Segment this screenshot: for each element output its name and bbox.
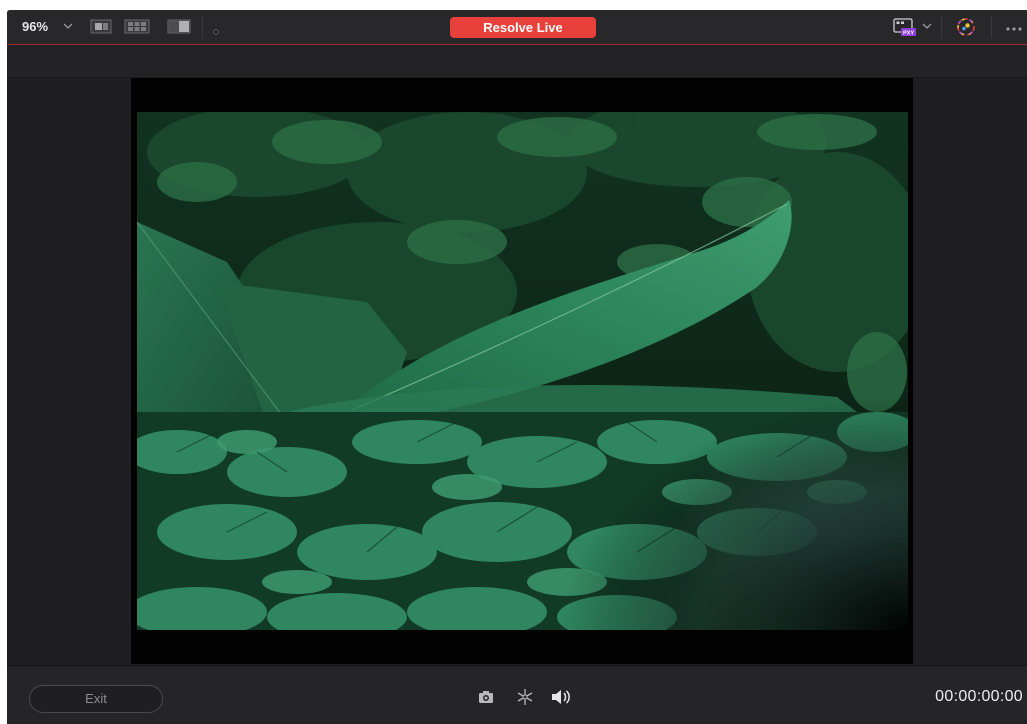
timecode-display: 00:00:00:00 xyxy=(935,688,1023,705)
chevron-down-icon[interactable] xyxy=(921,19,933,38)
single-viewer-icon[interactable] xyxy=(90,19,112,39)
viewer-toolbar: 96% Resolve Live PXY xyxy=(7,10,1027,45)
speaker-icon[interactable] xyxy=(551,688,571,711)
proxy-icon[interactable]: PXY xyxy=(893,17,917,42)
video-frame-jungle-foliage xyxy=(137,112,908,630)
split-wipe-icon[interactable] xyxy=(167,19,191,39)
resolve-live-button[interactable]: Resolve Live xyxy=(450,17,596,38)
color-wheel-icon[interactable] xyxy=(955,16,977,43)
video-viewer[interactable] xyxy=(131,78,913,664)
exit-button[interactable]: Exit xyxy=(29,685,163,713)
resolve-live-window: 96% Resolve Live PXY Exit 00:00:00:00 xyxy=(7,10,1027,724)
toolbar-divider xyxy=(941,16,942,38)
grid-viewer-icon[interactable] xyxy=(124,19,150,39)
freeze-icon[interactable] xyxy=(516,688,534,711)
camera-snapshot-icon[interactable] xyxy=(478,690,494,709)
zoom-level[interactable]: 96% xyxy=(22,19,48,34)
viewer-subbar xyxy=(7,45,1027,78)
viewer-bottom-bar: Exit 00:00:00:00 xyxy=(7,665,1027,724)
toolbar-divider xyxy=(991,16,992,38)
chevron-down-icon[interactable] xyxy=(62,19,74,38)
toolbar-divider xyxy=(202,16,203,38)
svg-text:PXY: PXY xyxy=(903,30,914,36)
more-options-icon[interactable] xyxy=(1005,21,1027,39)
dot-icon xyxy=(212,23,220,41)
